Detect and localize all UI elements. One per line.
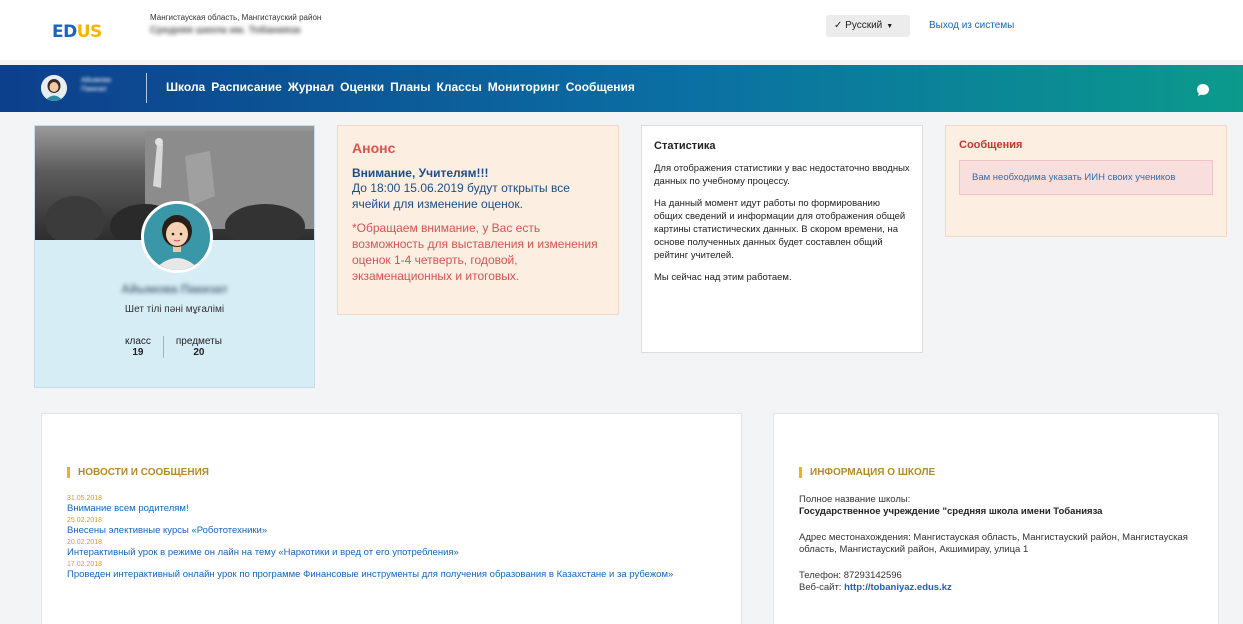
school-address: Адрес местонахождения: Мангистауская обл… bbox=[799, 532, 1188, 555]
news-list: 31.05.2018 Внимание всем родителям! 25.0… bbox=[67, 494, 727, 582]
chat-icon[interactable] bbox=[1196, 83, 1210, 97]
statistics-card: Статистика Для отображения статистики у … bbox=[641, 125, 923, 353]
messages-card: Сообщения Вам необходима указать ИИН сво… bbox=[945, 125, 1227, 237]
statistics-text-1: Для отображения статистики у вас недоста… bbox=[654, 163, 910, 187]
news-date: 17.02.2018 bbox=[67, 561, 103, 568]
nav-item-plans[interactable]: Планы bbox=[390, 80, 430, 94]
news-date: 25.02.2018 bbox=[67, 517, 103, 524]
nav-item-monitoring[interactable]: Мониторинг bbox=[488, 80, 560, 94]
teacher-role: Шет тілі пәні мұғалімі bbox=[124, 304, 225, 315]
news-link[interactable]: Проведен интерактивный онлайн урок по пр… bbox=[67, 569, 727, 581]
statistics-title: Статистика bbox=[654, 140, 716, 152]
list-item: 20.02.2018 Интерактивный урок в режиме о… bbox=[67, 538, 727, 559]
logout-link[interactable]: Выход из системы bbox=[929, 20, 1014, 31]
school-name: Средняя школа им. Тобанияза bbox=[150, 25, 301, 36]
nav-item-school[interactable]: Школа bbox=[166, 80, 205, 94]
fullname-value: Государственное учреждение "средняя школ… bbox=[799, 506, 1103, 517]
user-avatar[interactable] bbox=[41, 75, 67, 101]
statistics-text-3: Мы сейчас над этим работаем. bbox=[654, 272, 792, 283]
news-date: 31.05.2018 bbox=[67, 495, 103, 502]
nav-user-name[interactable]: Айымова Пакизат bbox=[81, 76, 111, 94]
statistics-text-2: На данный момент идут работы по формиров… bbox=[654, 198, 906, 261]
announcement-text: До 18:00 15.06.2019 будут открыты все яч… bbox=[352, 181, 570, 211]
nav-item-journal[interactable]: Журнал bbox=[288, 80, 334, 94]
class-count[interactable]: класс 19 bbox=[113, 336, 163, 358]
fullname-label: Полное название школы: bbox=[799, 494, 911, 505]
list-item: 25.02.2018 Внесены элективные курсы «Роб… bbox=[67, 516, 727, 537]
news-date: 20.02.2018 bbox=[67, 539, 103, 546]
list-item: 17.02.2018 Проведен интерактивный онлайн… bbox=[67, 560, 727, 581]
news-link[interactable]: Интерактивный урок в режиме он лайн на т… bbox=[67, 547, 727, 559]
announcement-title: Анонс bbox=[352, 140, 396, 156]
user-avatar-icon bbox=[41, 75, 67, 101]
iin-alert[interactable]: Вам необходима указать ИИН своих ученико… bbox=[959, 160, 1213, 195]
list-item: 31.05.2018 Внимание всем родителям! bbox=[67, 494, 727, 515]
language-dropdown[interactable]: ✓ Русский ▼ bbox=[826, 15, 910, 37]
teacher-stats: класс 19 предметы 20 bbox=[113, 336, 234, 358]
teacher-name: Айымова Пакизат bbox=[121, 282, 228, 296]
news-section: НОВОСТИ И СООБЩЕНИЯ 31.05.2018 Внимание … bbox=[41, 413, 742, 624]
subject-count[interactable]: предметы 20 bbox=[162, 336, 234, 358]
nav-item-classes[interactable]: Классы bbox=[437, 80, 482, 94]
teacher-avatar[interactable] bbox=[141, 201, 213, 273]
top-header: EDUS Мангистауская область, Мангистауски… bbox=[0, 0, 1243, 60]
school-phone: Телефон: 87293142596 bbox=[799, 570, 902, 581]
messages-title: Сообщения bbox=[959, 139, 1023, 151]
caret-down-icon: ▼ bbox=[886, 23, 894, 30]
website-link[interactable]: http://tobaniyaz.edus.kz bbox=[844, 582, 952, 593]
profile-card: Айымова Пакизат Шет тілі пәні мұғалімі к… bbox=[34, 125, 315, 388]
school-info-title: ИНФОРМАЦИЯ О ШКОЛЕ bbox=[799, 467, 935, 478]
nav-item-grades[interactable]: Оценки bbox=[340, 80, 384, 94]
news-link[interactable]: Внесены элективные курсы «Робототехники» bbox=[67, 525, 727, 537]
school-info-body: Полное название школы: Государственное у… bbox=[799, 494, 1199, 594]
announcement-warning: *Обращаем внимание, у Вас есть возможнос… bbox=[352, 221, 598, 283]
news-title: НОВОСТИ И СООБЩЕНИЯ bbox=[67, 467, 209, 478]
edus-logo[interactable]: EDUS bbox=[52, 22, 102, 42]
school-info-section: ИНФОРМАЦИЯ О ШКОЛЕ Полное название школы… bbox=[773, 413, 1219, 624]
nav-item-schedule[interactable]: Расписание bbox=[211, 80, 282, 94]
nav-item-messages[interactable]: Сообщения bbox=[566, 80, 635, 94]
announcement-attention: Внимание, Учителям!!! bbox=[352, 166, 489, 180]
announcement-card: Анонс Внимание, Учителям!!! До 18:00 15.… bbox=[337, 125, 619, 315]
region-text: Мангистауская область, Мангистауский рай… bbox=[150, 13, 322, 22]
school-website: Веб-сайт: http://tobaniyaz.edus.kz bbox=[799, 582, 952, 593]
news-link[interactable]: Внимание всем родителям! bbox=[67, 503, 727, 515]
main-menu: Школа Расписание Журнал Оценки Планы Кла… bbox=[166, 80, 635, 94]
nav-divider bbox=[146, 73, 147, 103]
teacher-avatar-icon bbox=[144, 204, 210, 270]
